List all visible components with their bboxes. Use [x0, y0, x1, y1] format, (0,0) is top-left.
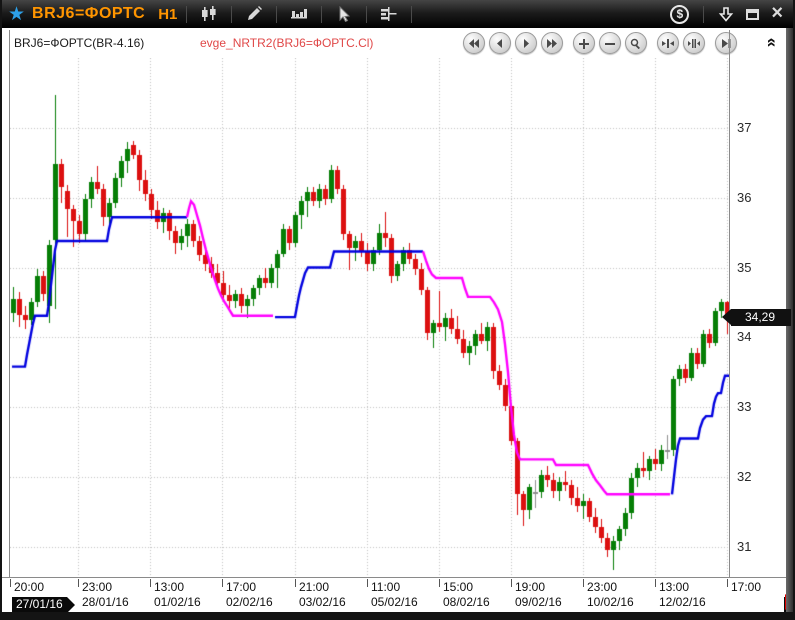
separator — [411, 6, 412, 23]
date-label: 28/01/16 — [82, 595, 129, 609]
rewind-icon — [468, 38, 480, 49]
series-label: BRJ6=ФОРТС(BR-4.16) — [14, 36, 144, 50]
separator — [703, 6, 704, 23]
candlestick-icon — [200, 6, 218, 22]
time-axis-tick — [583, 579, 584, 587]
pencil-icon — [246, 6, 262, 22]
time-label: 17:00 — [731, 580, 761, 594]
titlebar: ★ BRJ6=ФОРТС H1 — [0, 0, 795, 28]
draw-button[interactable] — [241, 3, 267, 25]
time-label: 11:00 — [371, 580, 400, 594]
separator — [366, 6, 367, 23]
equivolume-chart-icon — [290, 6, 308, 22]
levels-icon — [380, 7, 398, 21]
time-label: 23:00 — [82, 580, 112, 594]
time-label: 15:00 — [443, 580, 473, 594]
prev-icon — [494, 38, 506, 49]
date-label: 03/02/16 — [299, 595, 346, 609]
time-label: 20:00 — [14, 580, 44, 594]
price-axis-label: 35 — [737, 260, 751, 275]
window-border — [0, 612, 795, 620]
time-axis-tick — [78, 579, 79, 587]
date-label: 09/02/16 — [515, 595, 562, 609]
zoomin-icon — [578, 38, 590, 49]
price-axis-label: 37 — [737, 120, 751, 135]
indicator-levels-button[interactable] — [376, 3, 402, 25]
chart-canvas — [10, 58, 729, 577]
scroll-fast-right-button[interactable] — [541, 32, 563, 54]
scroll-left-button[interactable] — [489, 32, 511, 54]
time-label: 21:00 — [299, 580, 329, 594]
zoom-select-button[interactable] — [625, 32, 647, 54]
date-label: 10/02/16 — [587, 595, 634, 609]
indicator-label: evge_NRTR2(BRJ6=ФОРТС.Cl) — [200, 36, 373, 50]
equivolume-button[interactable] — [286, 3, 312, 25]
time-axis-tick — [10, 579, 11, 587]
compressv-icon — [688, 38, 700, 49]
titlebar-symbol: BRJ6=ФОРТС — [32, 5, 145, 23]
date-label: 08/02/16 — [443, 595, 490, 609]
titlebar-timeframe: H1 — [158, 6, 177, 23]
date-label: 05/02/16 — [371, 595, 418, 609]
current-bar-date-tag: 27/01/16 — [12, 597, 67, 612]
time-axis-tick — [150, 579, 151, 587]
zoomout-icon — [604, 38, 616, 49]
price-axis-label: 34 — [737, 329, 751, 344]
time-axis-tick — [511, 579, 512, 587]
compress-vertical-button[interactable] — [683, 32, 705, 54]
price-axis-label: 36 — [737, 190, 751, 205]
separator — [276, 6, 277, 23]
next-icon — [520, 38, 532, 49]
ffwd-icon — [546, 38, 558, 49]
magnifier-icon — [630, 38, 642, 49]
chart-window: ★ BRJ6=ФОРТС H1 — [0, 0, 795, 620]
date-label: 12/02/16 — [659, 595, 706, 609]
last-price-tag: 34,29 — [731, 309, 791, 326]
separator — [231, 6, 232, 23]
compressh-icon — [662, 38, 674, 49]
time-axis: 20:0027/01/1623:0028/01/1613:0001/02/161… — [2, 577, 786, 610]
time-axis-tick — [439, 579, 440, 587]
time-axis-tick — [367, 579, 368, 587]
date-label: 01/02/16 — [154, 595, 201, 609]
separator — [186, 6, 187, 23]
cursor-arrow-icon — [337, 6, 351, 22]
date-label: 02/02/16 — [226, 595, 273, 609]
cursor-mode-button[interactable] — [331, 3, 357, 25]
time-label: 17:00 — [226, 580, 256, 594]
price-axis-label: 31 — [737, 539, 751, 554]
time-axis-tick — [295, 579, 296, 587]
plot-left-border — [9, 30, 10, 578]
compress-horizontal-button[interactable] — [657, 32, 679, 54]
currency-icon[interactable]: $ — [670, 5, 689, 24]
price-axis-label: 32 — [737, 469, 751, 484]
time-label: 23:00 — [587, 580, 617, 594]
time-label: 13:00 — [154, 580, 184, 594]
time-label: 13:00 — [659, 580, 689, 594]
chart-type-button[interactable] — [196, 3, 222, 25]
time-axis-tick — [727, 579, 728, 587]
zoom-in-button[interactable] — [573, 32, 595, 54]
zoom-out-button[interactable] — [599, 32, 621, 54]
scroll-fast-left-button[interactable] — [463, 32, 485, 54]
chart-nav-toolbar — [463, 32, 741, 54]
separator — [321, 6, 322, 23]
window-border — [0, 0, 2, 620]
time-label: 19:00 — [515, 580, 545, 594]
scroll-right-button[interactable] — [515, 32, 537, 54]
price-axis-label: 33 — [737, 399, 751, 414]
favorite-star-icon[interactable]: ★ — [8, 5, 25, 24]
time-axis-tick — [655, 579, 656, 587]
price-axis: 37 36 35 34 33 32 31 — [730, 0, 786, 578]
time-axis-tick — [222, 579, 223, 587]
